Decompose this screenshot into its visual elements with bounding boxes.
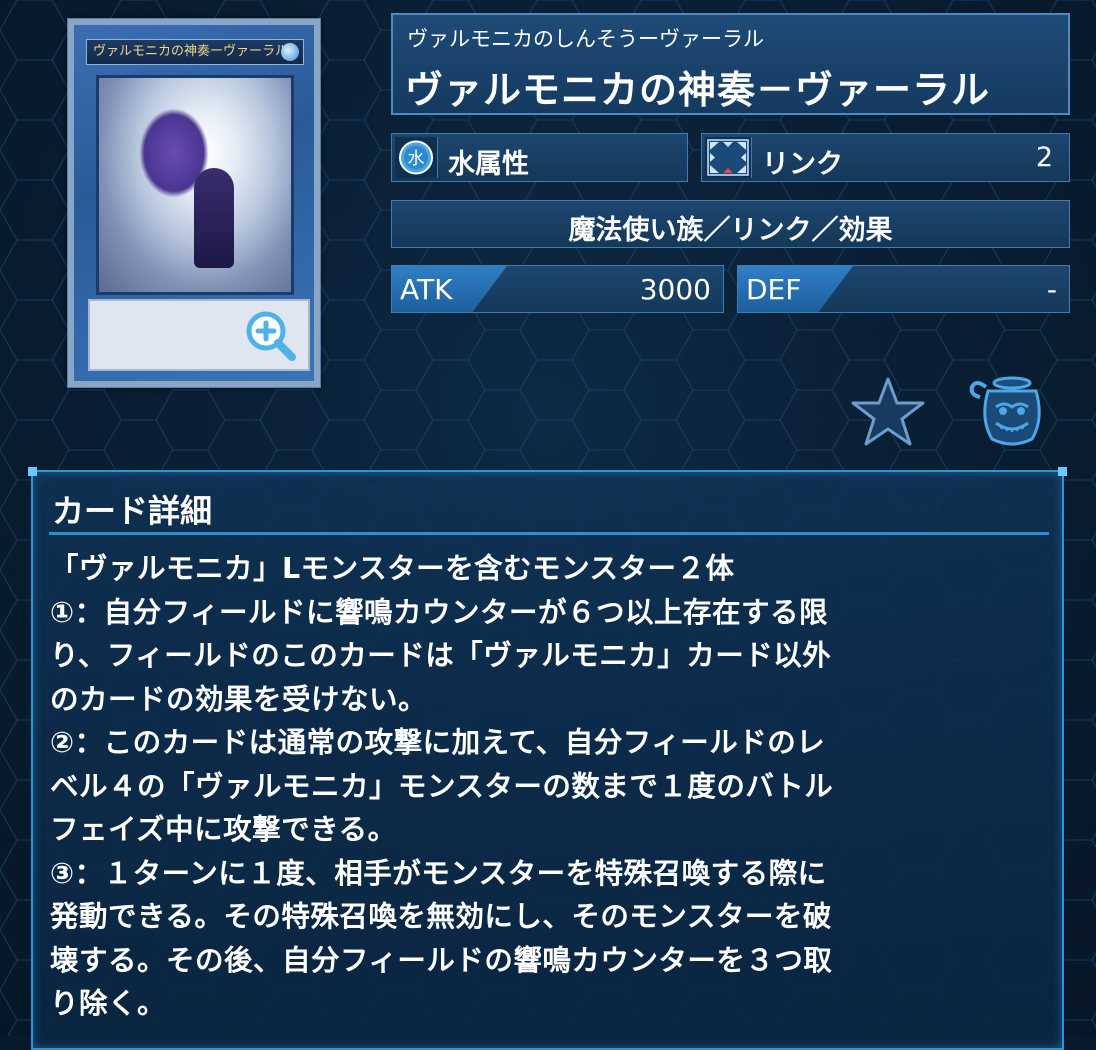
link-arrows-icon (705, 137, 752, 178)
atk-label: ATK (400, 273, 453, 306)
type-line-box: 魔法使い族／リンク／効果 (391, 200, 1070, 248)
def-label: DEF (746, 273, 802, 306)
def-value: - (1046, 273, 1057, 306)
card-text-box (88, 299, 310, 371)
card-name: ヴァルモニカの神奏－ヴァーラル (405, 68, 991, 112)
detail-title: カード詳細 (52, 492, 213, 530)
card-artwork (96, 75, 294, 295)
pot-of-greed-icon[interactable] (966, 373, 1050, 449)
type-line: 魔法使い族／リンク／効果 (568, 215, 893, 246)
link-box: リンク 2 (701, 133, 1070, 182)
detail-divider (49, 532, 1049, 535)
def-box: DEF - (737, 265, 1070, 313)
star-icon[interactable] (850, 375, 926, 447)
link-label: リンク (762, 149, 843, 180)
panel-corner (28, 467, 37, 476)
card-image[interactable]: ヴァルモニカの神奏ーヴァーラル (67, 18, 321, 388)
attribute-box: 水 水属性 (391, 133, 688, 182)
card-art-attribute-icon (281, 43, 299, 61)
link-value: 2 (1035, 142, 1053, 173)
card-name-panel: ヴァルモニカのしんそうーヴァーラル ヴァルモニカの神奏－ヴァーラル (391, 13, 1070, 115)
atk-value: 3000 (639, 273, 711, 306)
artwork-figure-body (194, 168, 234, 268)
card-name-ruby: ヴァルモニカのしんそうーヴァーラル (407, 27, 764, 51)
atk-box: ATK 3000 (391, 265, 724, 313)
card-art-name-text: ヴァルモニカの神奏ーヴァーラル (93, 44, 289, 59)
card-detail-panel: カード詳細 「ヴァルモニカ」Lモンスターを含むモンスター２体 ①：自分フィールド… (28, 467, 1067, 1050)
attribute-label: 水属性 (448, 149, 529, 180)
svg-text:水: 水 (408, 149, 425, 169)
card-art-name: ヴァルモニカの神奏ーヴァーラル (86, 39, 304, 65)
card-frame-inner: ヴァルモニカの神奏ーヴァーラル (74, 25, 314, 381)
panel-corner (1058, 467, 1067, 476)
card-effect-text: 「ヴァルモニカ」Lモンスターを含むモンスター２体 ①：自分フィールドに響鳴カウン… (50, 552, 834, 1020)
water-attribute-icon: 水 (395, 137, 438, 178)
zoom-in-icon[interactable] (242, 307, 298, 363)
